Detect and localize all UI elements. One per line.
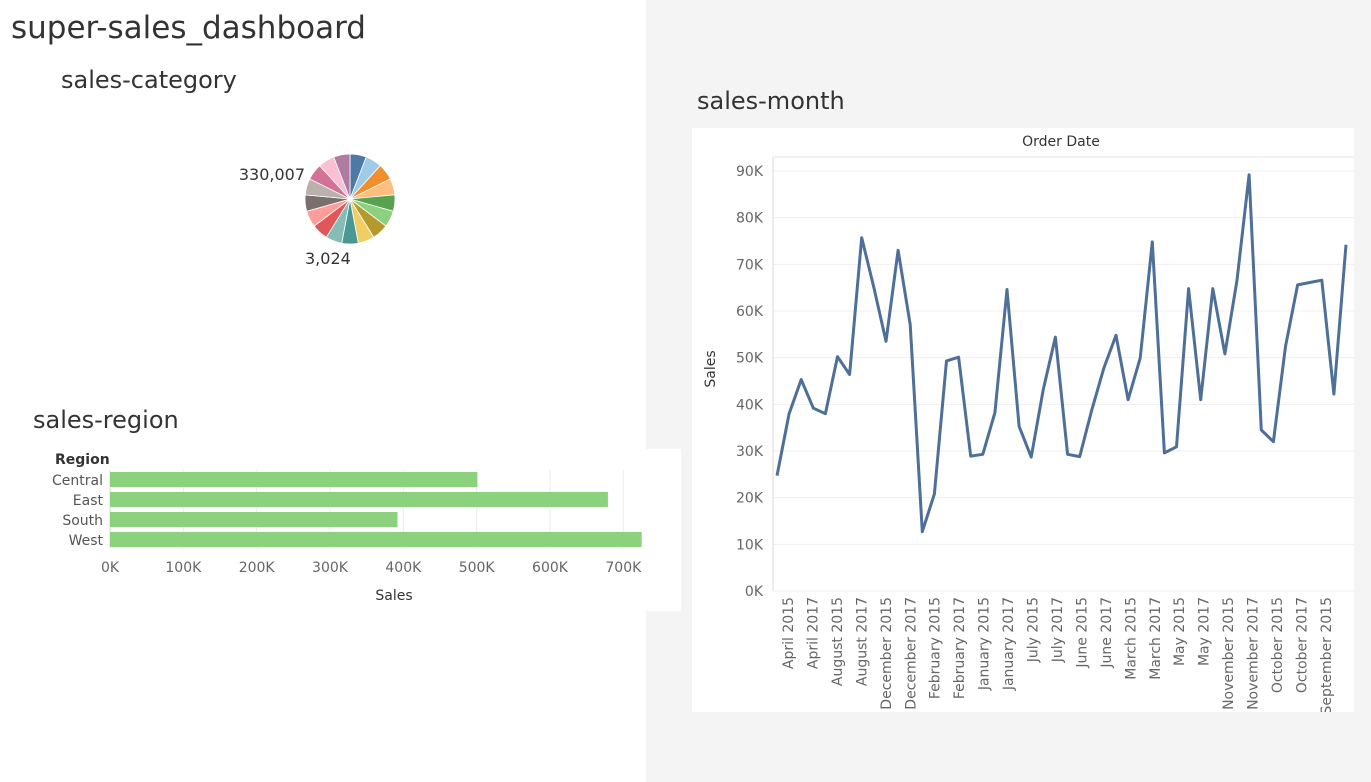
region-x-tick-label: 300K <box>312 560 349 576</box>
y-tick-label: 80K <box>736 211 764 227</box>
region-bar[interactable] <box>110 532 642 547</box>
x-tick-label: November 2015 <box>1221 597 1237 710</box>
sales-month-title: sales-month <box>697 87 845 115</box>
y-tick-label: 60K <box>736 304 764 320</box>
sales-line <box>775 173 1348 534</box>
x-tick-label: June 2017 <box>1099 597 1115 669</box>
x-tick-label: February 2015 <box>928 597 944 699</box>
x-tick-label: July 2017 <box>1050 597 1066 663</box>
x-tick-label: February 2017 <box>952 597 968 699</box>
sales-region-title: sales-region <box>33 406 179 434</box>
x-tick-label: March 2017 <box>1148 597 1164 680</box>
x-tick-label: November 2017 <box>1246 597 1262 710</box>
y-axis-title: Sales <box>703 350 719 387</box>
sales-region-chart[interactable]: Region Central East South West 0K 100K 200K 30… <box>0 449 681 611</box>
region-x-tick-label: 500K <box>459 560 496 576</box>
x-tick-label: December 2017 <box>903 597 919 710</box>
x-tick-label: August 2015 <box>830 597 846 686</box>
region-x-tick-label: 0K <box>101 560 120 576</box>
y-tick-label: 30K <box>736 444 764 460</box>
x-tick-label: May 2015 <box>1172 597 1188 666</box>
x-tick-label: July 2015 <box>1026 597 1042 663</box>
region-x-tick-label: 400K <box>385 560 422 576</box>
y-tick-label: 40K <box>736 397 764 413</box>
region-x-tick-label: 600K <box>532 560 569 576</box>
x-tick-label: May 2017 <box>1197 597 1213 666</box>
dashboard-title: super-sales_dashboard <box>11 10 366 46</box>
x-tick-label: April 2017 <box>806 597 822 669</box>
region-bar[interactable] <box>110 492 608 507</box>
y-tick-label: 50K <box>736 351 764 367</box>
region-svg: Region Central East South West 0K 100K 200K 30… <box>52 452 642 604</box>
region-x-axis-title: Sales <box>375 588 412 604</box>
x-tick-label: April 2015 <box>781 597 797 669</box>
pie-label-top: 330,007 <box>239 165 305 184</box>
x-tick-label: October 2017 <box>1294 597 1310 693</box>
region-x-tick-label: 700K <box>605 560 642 576</box>
x-tick-label: December 2015 <box>879 597 895 710</box>
x-tick-label: September 2015 <box>1319 597 1335 712</box>
region-bar[interactable] <box>110 472 478 487</box>
sales-category-title: sales-category <box>61 66 237 94</box>
y-tick-label: 10K <box>736 537 764 553</box>
region-category-label: East <box>73 493 104 509</box>
x-tick-label: June 2015 <box>1074 597 1090 669</box>
pie-svg: 330,007 3,024 <box>239 153 396 268</box>
region-category-label: West <box>69 533 104 549</box>
region-bar[interactable] <box>110 512 398 527</box>
region-row-header: Region <box>55 452 110 468</box>
x-tick-label: October 2015 <box>1270 597 1286 693</box>
region-x-tick-label: 200K <box>239 560 276 576</box>
y-tick-label: 90K <box>736 164 764 180</box>
x-tick-label: August 2017 <box>854 597 870 686</box>
sales-category-pie-chart[interactable]: 330,007 3,024 <box>230 145 410 275</box>
month-svg: Order Date Sales 0K 10K 20K 30K 40K 50K 60K 70K… <box>703 134 1354 714</box>
region-category-label: South <box>62 513 103 529</box>
sales-month-chart[interactable]: Order Date Sales 0K 10K 20K 30K 40K 50K 60K 70K… <box>692 128 1354 714</box>
x-tick-label: January 2017 <box>1001 597 1017 691</box>
y-tick-label: 70K <box>736 257 764 273</box>
region-x-tick-label: 100K <box>165 560 202 576</box>
y-tick-label: 0K <box>745 584 764 600</box>
region-category-label: Central <box>52 473 103 489</box>
order-date-header: Order Date <box>1022 134 1100 150</box>
pie-label-bottom: 3,024 <box>305 249 351 268</box>
x-tick-label: March 2015 <box>1123 597 1139 680</box>
y-tick-label: 20K <box>736 491 764 507</box>
x-tick-label: January 2015 <box>977 597 993 691</box>
